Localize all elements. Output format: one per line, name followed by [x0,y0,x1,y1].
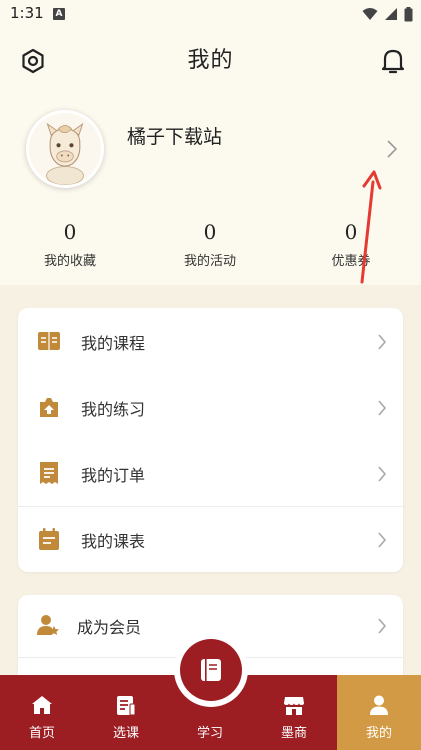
status-badge: A [53,8,65,20]
chevron-right-icon [378,618,387,634]
page-title: 我的 [187,48,234,73]
nav-label: 墨商 [280,726,307,741]
stat-count: 0 [63,220,77,244]
stat-count: 0 [344,220,358,244]
chevron-right-icon [378,334,387,350]
stat-coupons[interactable]: 0 优惠券 [301,220,401,269]
stat-activities[interactable]: 0 我的活动 [160,220,260,269]
menu-label: 我的练习 [81,400,146,419]
horse-avatar-icon [29,113,101,185]
red-arrow-annotation [352,168,382,286]
stat-favorites[interactable]: 0 我的收藏 [20,220,120,269]
menu-item-orders[interactable]: 我的订单 [18,440,403,506]
menu-label: 我的课程 [81,334,146,353]
status-time: 1:31 [10,4,44,22]
status-icons [362,6,413,22]
study-icon [201,659,221,681]
avatar[interactable] [26,110,104,188]
status-bar: 1:31 A [0,0,421,30]
shop-icon [284,697,304,715]
course-select-icon [117,696,136,716]
notification-button[interactable] [380,47,406,75]
chevron-right-icon [378,400,387,416]
settings-button[interactable] [20,48,46,74]
menu-label: 我的订单 [81,466,146,485]
username[interactable]: 橘子下载站 [127,122,222,149]
home-icon [32,696,52,714]
settings-icon [22,48,44,74]
book-icon [38,332,60,350]
menu-item-courses[interactable]: 我的课程 [18,308,403,374]
nav-course-select[interactable]: 选课 [84,675,168,750]
battery-icon [404,6,413,21]
nav-home[interactable]: 首页 [0,675,84,750]
profile-chevron-icon[interactable] [383,138,401,160]
center-study-button[interactable] [180,639,242,701]
stat-label: 优惠券 [331,254,371,269]
menu-item-practice[interactable]: 我的练习 [18,374,403,440]
practice-icon [40,398,58,417]
chevron-right-icon [378,532,387,548]
stat-label: 我的活动 [183,254,236,269]
user-icon [370,695,388,715]
chevron-right-icon [378,466,387,482]
main-menu-card: 我的课程 我的练习 我的订单 我的课表 [18,308,403,572]
nav-label: 我的 [365,726,392,741]
nav-label: 选课 [112,726,139,741]
calendar-icon [39,528,59,550]
wifi-icon [362,8,378,20]
menu-label: 我的课表 [81,532,146,551]
signal-icon [385,8,397,20]
nav-label: 首页 [28,726,55,741]
bell-icon [381,49,405,74]
nav-label: 学习 [196,726,223,741]
stat-count: 0 [203,220,217,244]
order-icon [40,462,58,484]
nav-shop[interactable]: 墨商 [252,675,336,750]
nav-profile[interactable]: 我的 [337,675,421,750]
menu-item-schedule[interactable]: 我的课表 [18,506,403,572]
member-icon [37,615,59,635]
menu-label: 成为会员 [77,618,142,637]
stat-label: 我的收藏 [43,254,96,269]
